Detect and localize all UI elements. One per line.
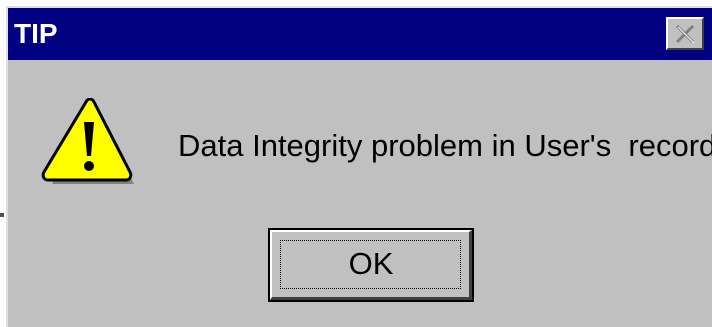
warning-icon <box>41 98 134 184</box>
ok-button[interactable]: OK <box>268 228 474 302</box>
dialog-title: TIP <box>14 18 58 49</box>
title-bar[interactable]: TIP <box>8 8 712 60</box>
dialog-message: Data Integrity problem in User's record <box>178 128 712 163</box>
ok-button-label: OK <box>348 246 394 281</box>
close-button[interactable] <box>666 17 704 50</box>
tip-dialog: TIP Data Integrity problem in User's rec… <box>6 6 712 327</box>
background-edge-mark <box>0 213 4 217</box>
close-icon <box>675 24 695 44</box>
